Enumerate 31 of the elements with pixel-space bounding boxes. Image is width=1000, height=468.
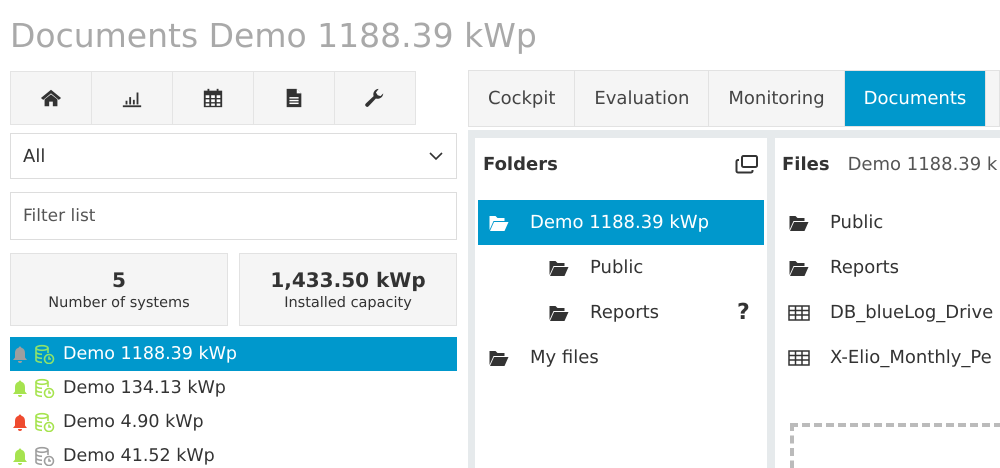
toolbar-button[interactable] [10, 71, 92, 125]
system-list-item[interactable]: Demo 4.90 kWp [10, 405, 457, 439]
panel-title: Files [782, 154, 830, 174]
filter-dropdown[interactable]: All [10, 133, 457, 179]
file-list-item[interactable]: X-Elio_Monthly_Pe [775, 335, 1000, 380]
file-list-item[interactable]: Public [775, 200, 1000, 245]
toolbar-button[interactable] [172, 71, 254, 125]
chevron-down-icon [428, 151, 444, 161]
panel-title: Folders [483, 154, 558, 174]
house-icon [40, 87, 62, 109]
system-list-item[interactable]: Demo 134.13 kWp [10, 371, 457, 405]
table-icon [788, 302, 810, 322]
file-list-item[interactable]: Reports [775, 245, 1000, 290]
folder-tree-item[interactable]: My files [478, 335, 764, 380]
stat-label: Installed capacity [284, 295, 412, 311]
stat-value: 5 [112, 268, 126, 292]
filter-field[interactable]: Filter list [10, 192, 457, 240]
toolbar-button[interactable] [253, 71, 335, 125]
stat-label: Number of systems [48, 295, 190, 311]
folder-path: Demo 1188.39 k [848, 154, 998, 174]
windows-icon[interactable] [735, 154, 759, 174]
calendar-icon [202, 87, 224, 109]
table-icon [788, 348, 810, 368]
system-list-item[interactable]: Demo 41.52 kWp [10, 439, 457, 468]
folder-tree-item[interactable]: Public [538, 245, 764, 290]
stat-value: 1,433.50 kWp [270, 268, 426, 292]
file-list-item[interactable]: DB_blueLog_Drive [775, 290, 1000, 335]
wrench-icon [364, 87, 386, 109]
help-icon[interactable]: ? [737, 300, 750, 325]
folder-tree-item[interactable]: Reports ? [538, 290, 764, 335]
page-title: Documents Demo 1188.39 kWp [10, 15, 538, 57]
